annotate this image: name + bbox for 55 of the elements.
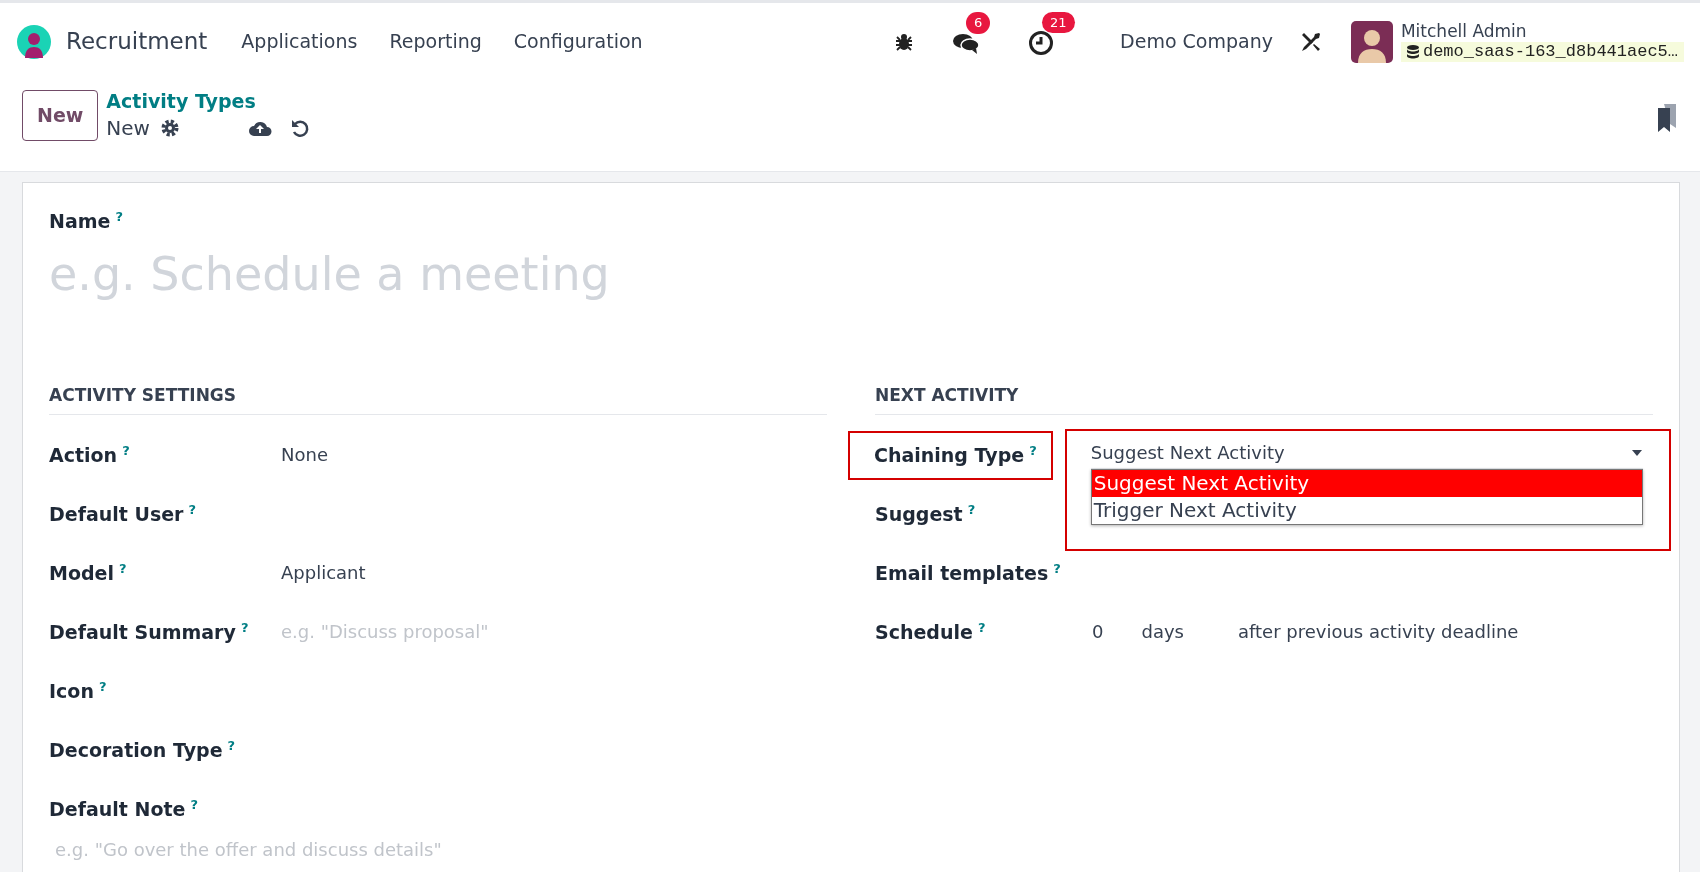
dropdown-option[interactable]: Trigger Next Activity	[1091, 497, 1642, 524]
field-label: Email templates	[875, 562, 1049, 584]
notification-badge: 6	[966, 12, 991, 34]
field-label: Default User	[49, 503, 184, 525]
help-tooltip[interactable]: ?	[967, 502, 976, 517]
clock-icon[interactable]	[1028, 29, 1055, 56]
field-value[interactable]: 0	[1092, 618, 1104, 645]
chat-icon[interactable]	[952, 31, 981, 55]
new-button[interactable]: New	[22, 90, 99, 141]
field-value[interactable]: None	[281, 441, 328, 468]
dropdown-option[interactable]: Suggest Next Activity	[1091, 470, 1642, 497]
database-icon	[1406, 44, 1419, 59]
company-switcher[interactable]: Demo Company	[1120, 27, 1273, 56]
help-tooltip[interactable]: ?	[115, 209, 123, 224]
field-label: Chaining Type	[874, 444, 1025, 466]
field-text: after previous activity deadline	[1237, 620, 1519, 644]
field-label: Action	[49, 444, 118, 466]
user-name[interactable]: Mitchell Admin	[1400, 21, 1684, 42]
field-label: Suggest	[875, 503, 963, 525]
bookmarks-icon[interactable]	[1656, 102, 1678, 132]
bug-icon[interactable]	[894, 31, 915, 52]
undo-icon[interactable]	[289, 117, 310, 138]
caret-icon	[1631, 448, 1643, 457]
field-label: Schedule	[875, 621, 973, 643]
menu-item[interactable]: Configuration	[513, 27, 643, 56]
help-tooltip[interactable]: ?	[227, 738, 236, 753]
help-tooltip[interactable]: ?	[98, 679, 107, 694]
help-tooltip[interactable]: ?	[188, 502, 197, 517]
field-label: Model	[49, 562, 114, 584]
avatar-icon[interactable]	[1350, 20, 1393, 63]
database-name: demo_saas-163_d8b441aec5…	[1400, 41, 1684, 62]
app-logo-icon	[16, 23, 52, 60]
menu-item[interactable]: Applications	[241, 27, 358, 56]
settings-icon[interactable]	[159, 117, 180, 138]
field-text: days	[1141, 620, 1184, 644]
field-label: Decoration Type	[49, 739, 223, 761]
record-title: New	[106, 114, 150, 142]
help-tooltip[interactable]: ?	[118, 561, 127, 576]
help-tooltip[interactable]: ?	[240, 620, 249, 635]
help-tooltip[interactable]: ?	[1053, 561, 1061, 576]
help-tooltip[interactable]: ?	[1029, 443, 1037, 458]
help-tooltip[interactable]: ?	[190, 797, 198, 812]
field-label: Name	[49, 210, 111, 232]
section-heading: NEXT ACTIVITY	[875, 382, 1653, 415]
menu-item[interactable]: Reporting	[389, 27, 482, 56]
app-name[interactable]: Recruitment	[66, 24, 208, 59]
section-heading: ACTIVITY SETTINGS	[49, 382, 827, 415]
help-tooltip[interactable]: ?	[977, 620, 986, 635]
field-label: Default Summary	[49, 621, 236, 643]
field-label: Icon	[49, 680, 94, 702]
notification-badge: 21	[1042, 11, 1075, 33]
field-label: Default Note	[49, 798, 186, 820]
field-value[interactable]: Applicant	[281, 559, 366, 586]
breadcrumb-link[interactable]: Activity Types	[106, 90, 310, 113]
help-tooltip[interactable]: ?	[122, 443, 130, 458]
